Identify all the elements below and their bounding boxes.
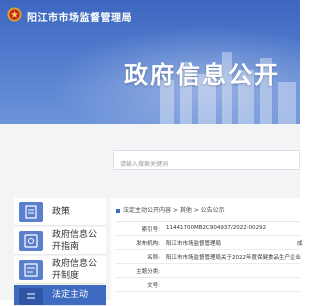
sidebar-item-label: 政策 <box>52 207 71 217</box>
breadcrumb-text: 法定主动公开内容 > 其他 > 公告公示 <box>123 207 225 214</box>
sidebar-item-guide[interactable]: 政府信息公开指南 <box>14 227 106 255</box>
row-key: 主题分类: <box>136 269 160 275</box>
row-value: 11441700MB2C904937/2022-00292 <box>166 225 267 231</box>
national-emblem-icon <box>7 7 22 22</box>
row-value: 阳江市市场监督管理局 <box>166 241 222 247</box>
row-key: 发布机构: <box>136 241 160 247</box>
page-title: 政府信息公开 <box>124 61 280 89</box>
list-icon <box>19 288 43 305</box>
table-row: 主题分类: <box>116 264 300 278</box>
document-icon <box>19 202 43 222</box>
sidebar-item-label: 政府信息公开制度 <box>52 259 98 281</box>
site-name[interactable]: 阳江市市场监督管理局 <box>27 9 132 24</box>
row-value: 阳江市市场监督管理局关于2022年度保健食品生产企业 <box>166 255 301 261</box>
bullet-icon <box>116 208 120 213</box>
row-key: 名称: <box>147 255 160 261</box>
sidebar-item-rules[interactable]: 政府信息公开制度 <box>14 256 106 284</box>
content-panel: 法定主动公开内容 > 其他 > 公告公示 索引号: 11441700MB2C90… <box>111 198 303 300</box>
table-row: 名称: 阳江市市场监督管理局关于2022年度保健食品生产企业 <box>116 250 301 264</box>
table-row: 文号: <box>116 278 300 292</box>
sidebar-item-label: 政府信息公开指南 <box>52 230 98 252</box>
info-table: 索引号: 11441700MB2C904937/2022-00292 发布机构:… <box>116 221 303 292</box>
breadcrumb[interactable]: 法定主动公开内容 > 其他 > 公告公示 <box>116 205 225 214</box>
search-box <box>113 150 300 174</box>
search-input[interactable] <box>114 155 299 174</box>
sidebar-item-policy[interactable]: 政策 <box>14 198 106 226</box>
rules-icon <box>19 260 43 280</box>
sidebar-item-label: 法定主动 <box>52 290 89 300</box>
table-row: 发布机构: 阳江市市场监督管理局 成 <box>116 236 303 250</box>
row-key: 索引号: <box>141 227 160 233</box>
row-extra: 成 <box>297 241 303 247</box>
row-key: 文号: <box>147 283 160 289</box>
header-banner: 阳江市市场监督管理局 政府信息公开 <box>0 0 300 124</box>
guide-icon <box>19 231 43 251</box>
sidebar-item-mandatory[interactable]: 法定主动 <box>14 285 106 306</box>
table-row: 索引号: 11441700MB2C904937/2022-00292 <box>116 222 300 236</box>
